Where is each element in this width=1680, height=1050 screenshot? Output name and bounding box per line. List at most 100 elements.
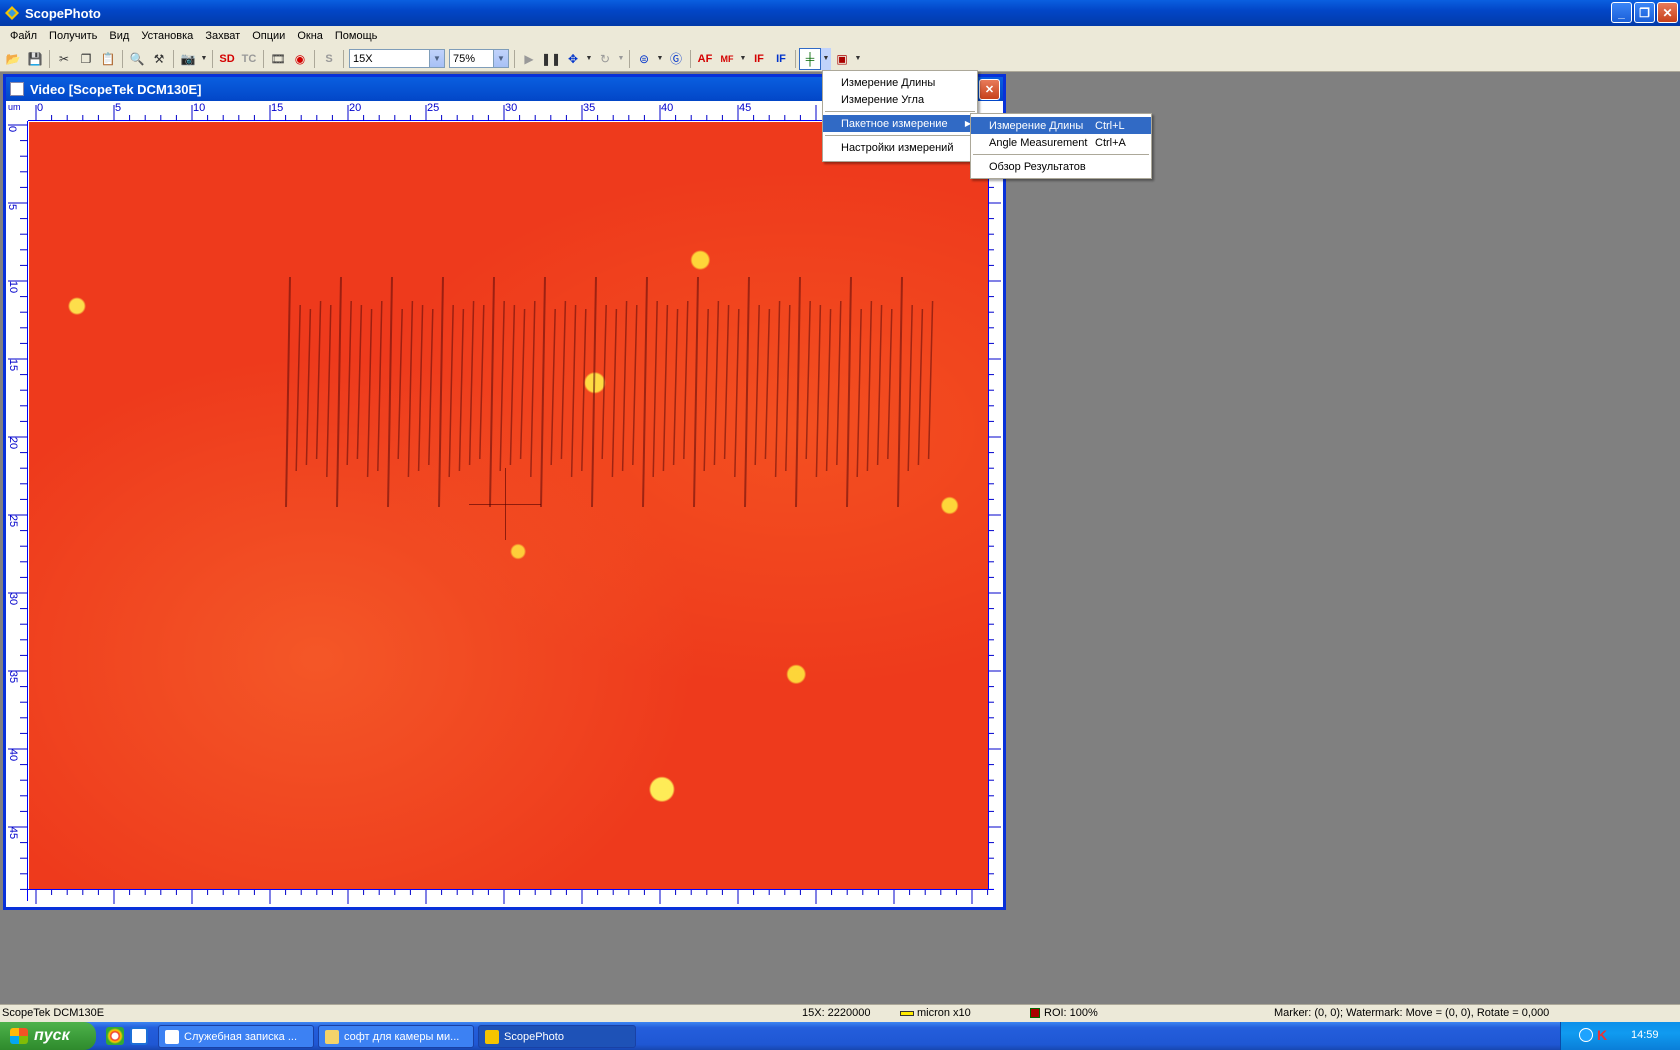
roi-icon[interactable]: ▣ xyxy=(831,48,853,70)
scale-line xyxy=(417,304,424,472)
scale-line xyxy=(703,308,709,472)
scale-line xyxy=(683,300,689,460)
menu-item-angle-measurement[interactable]: Измерение Угла xyxy=(823,91,977,108)
video-window-close-button[interactable]: ✕ xyxy=(979,79,1000,100)
scale-line xyxy=(744,277,750,507)
chevron-down-icon[interactable]: ▼ xyxy=(429,50,444,67)
measure-icon[interactable]: ╪ xyxy=(799,47,821,70)
scale-line xyxy=(764,308,771,460)
menu-file[interactable]: Файл xyxy=(4,30,43,42)
ruler-left-label: 0 xyxy=(6,125,19,133)
ruler-unit-label: um xyxy=(8,102,21,112)
film-icon[interactable]: 🎞 xyxy=(267,48,289,70)
chevron-down-icon[interactable]: ▼ xyxy=(655,48,665,70)
if-red-button[interactable]: IF xyxy=(748,48,770,70)
submenu-item-results-overview[interactable]: Обзор Результатов xyxy=(971,158,1151,175)
tc-button[interactable]: TC xyxy=(238,48,260,70)
rotate-icon[interactable]: ↻ xyxy=(594,48,616,70)
scale-line xyxy=(326,304,332,478)
toolbar-separator xyxy=(629,49,630,68)
chevron-down-icon[interactable]: ▼ xyxy=(584,48,594,70)
sd-button[interactable]: SD xyxy=(216,48,238,70)
tools-icon[interactable]: ⚒ xyxy=(148,48,170,70)
scale-line xyxy=(550,308,556,466)
network-icon[interactable] xyxy=(1579,1028,1593,1042)
ruler-top-label: 0 xyxy=(37,102,44,114)
capture-icon[interactable]: 📷 xyxy=(177,48,199,70)
start-button[interactable]: пуск xyxy=(0,1022,96,1050)
af-button[interactable]: AF xyxy=(694,48,716,70)
scale-line xyxy=(621,300,628,472)
play-icon[interactable]: ▶ xyxy=(518,48,540,70)
browser-icon[interactable] xyxy=(130,1027,148,1045)
scale-line xyxy=(438,277,444,507)
mf-button[interactable]: MF xyxy=(716,48,738,70)
menu-view[interactable]: Вид xyxy=(103,30,135,42)
ruler-left-label: 45 xyxy=(7,826,20,840)
menu-separator xyxy=(825,111,975,112)
scale-line xyxy=(825,308,832,472)
chrome-icon[interactable] xyxy=(106,1027,124,1045)
chevron-down-icon[interactable]: ▼ xyxy=(199,48,209,70)
scale-line xyxy=(336,277,342,507)
scale-line xyxy=(570,304,577,478)
s-button[interactable]: S xyxy=(318,48,340,70)
folder-icon xyxy=(325,1029,339,1044)
menu-help[interactable]: Помощь xyxy=(329,30,384,42)
scale-line xyxy=(897,277,903,507)
submenu-item-length-measurement[interactable]: Измерение Длины Ctrl+L xyxy=(971,117,1151,134)
copy-icon[interactable]: ❐ xyxy=(75,48,97,70)
scale-line xyxy=(305,308,312,466)
paste-icon[interactable]: 📋 xyxy=(97,48,119,70)
ruler-top-label: 10 xyxy=(193,102,206,114)
menu-options[interactable]: Опции xyxy=(246,30,291,42)
save-icon[interactable]: 💾 xyxy=(24,48,46,70)
menu-item-batch-measurement[interactable]: Пакетное измерение ▶ xyxy=(823,115,977,132)
cut-icon[interactable]: ✂ xyxy=(53,48,75,70)
move-icon[interactable]: ✥ xyxy=(562,48,584,70)
menu-item-length-measurement[interactable]: Измерение Длины xyxy=(823,74,977,91)
chevron-down-icon[interactable]: ▼ xyxy=(738,48,748,70)
open-icon[interactable]: 📂 xyxy=(2,48,24,70)
close-button[interactable]: ✕ xyxy=(1657,2,1678,23)
chevron-down-icon[interactable]: ▼ xyxy=(821,47,831,70)
menu-acquire[interactable]: Получить xyxy=(43,30,103,42)
scale-line xyxy=(366,308,373,478)
microscope-image[interactable] xyxy=(29,122,988,889)
taskbar-item-scopephoto[interactable]: ScopePhoto xyxy=(478,1025,636,1048)
minimize-button[interactable]: _ xyxy=(1611,2,1632,23)
menu-capture[interactable]: Захват xyxy=(199,30,246,42)
kaspersky-icon[interactable]: K xyxy=(1597,1027,1607,1043)
status-camera: ScopeTek DCM130E xyxy=(2,1007,105,1019)
submenu-item-angle-measurement[interactable]: Angle Measurement Ctrl+A xyxy=(971,134,1151,151)
zoom-select[interactable]: 75% ▼ xyxy=(449,49,509,68)
scale-line xyxy=(866,300,873,472)
taskbar-item-word[interactable]: Служебная записка ... xyxy=(158,1025,314,1048)
chevron-down-icon[interactable]: ▼ xyxy=(853,48,863,70)
menu-setup[interactable]: Установка xyxy=(135,30,199,42)
system-tray: K 14:59 xyxy=(1560,1022,1680,1050)
word-document-icon xyxy=(165,1029,179,1044)
scale-line xyxy=(407,300,414,478)
status-scale: 15X: 2220000 xyxy=(802,1007,871,1019)
restore-button[interactable]: ❐ xyxy=(1634,2,1655,23)
app-title-bar[interactable]: ScopePhoto _ ❐ ✕ xyxy=(0,0,1680,26)
timer-icon[interactable]: ◉ xyxy=(289,48,311,70)
status-marker: Marker: (0, 0); Watermark: Move = (0, 0)… xyxy=(1274,1007,1550,1019)
menu-windows[interactable]: Окна xyxy=(291,30,329,42)
chevron-down-icon[interactable]: ▼ xyxy=(493,50,508,67)
video-window-title: Video [ScopeTek DCM130E] xyxy=(30,81,202,97)
menu-item-measurement-settings[interactable]: Настройки измерений xyxy=(823,139,977,156)
ruler-top-label: 45 xyxy=(739,102,752,114)
if-blue-button[interactable]: IF xyxy=(770,48,792,70)
overlay-icon[interactable]: ⊜ xyxy=(633,48,655,70)
scale-line xyxy=(499,300,505,472)
chevron-down-icon[interactable]: ▼ xyxy=(616,48,626,70)
grid-icon[interactable]: Ⓖ xyxy=(665,48,687,70)
zoom-icon[interactable]: 🔍 xyxy=(126,48,148,70)
taskbar-item-folder[interactable]: софт для камеры ми... xyxy=(318,1025,474,1048)
pause-icon[interactable]: ❚❚ xyxy=(540,48,562,70)
app-title: ScopePhoto xyxy=(25,5,101,21)
magnification-select[interactable]: 15X ▼ xyxy=(349,49,445,68)
ruler-left-label: 25 xyxy=(7,514,20,528)
